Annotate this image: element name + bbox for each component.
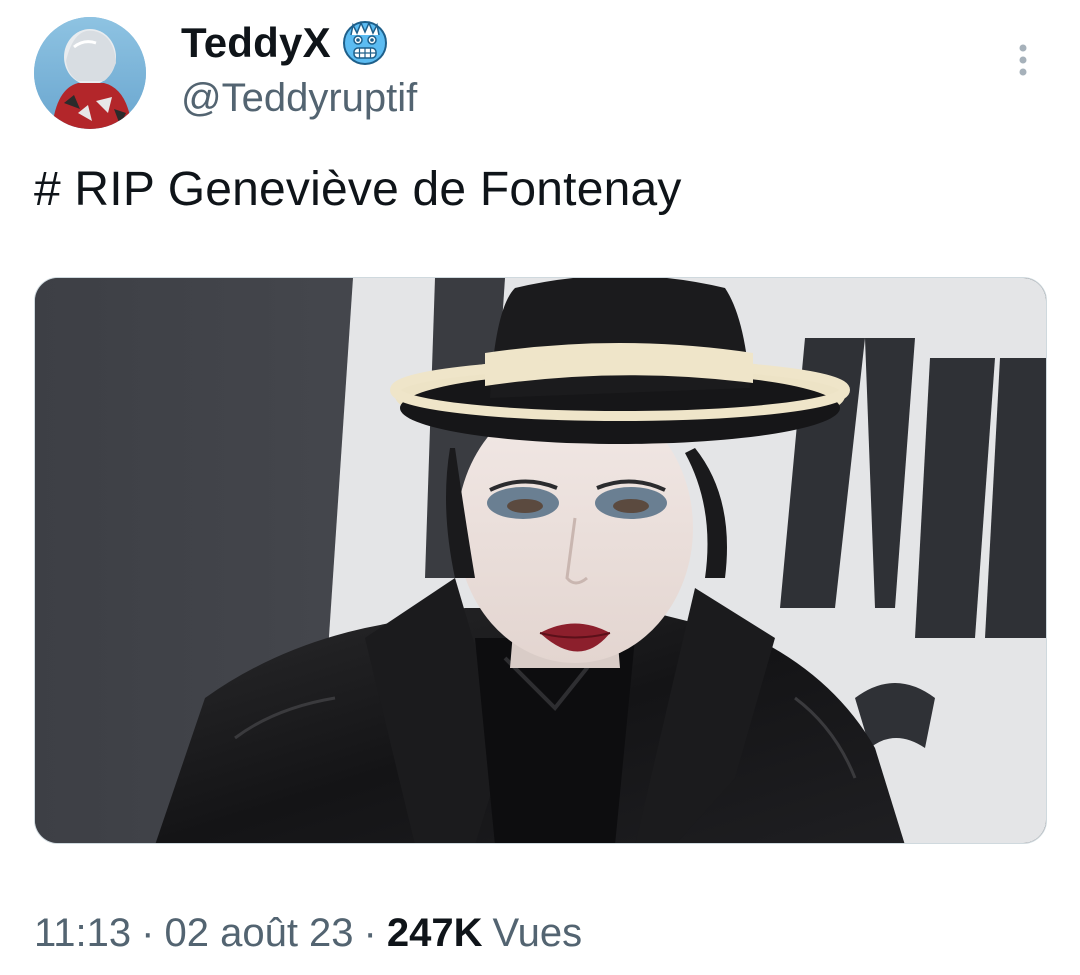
tweet-time[interactable]: 11:13 (34, 911, 131, 956)
more-options-button[interactable] (1005, 40, 1041, 84)
handle[interactable]: @Teddyruptif (181, 76, 417, 121)
meta-separator: · (363, 910, 377, 955)
tweet-text: # RIP Geneviève de Fontenay (34, 163, 682, 216)
avatar-image (34, 17, 146, 129)
meta-separator: · (141, 910, 155, 955)
views-label: Vues (492, 910, 583, 955)
tweet-card[interactable]: TeddyX @Teddyruptif # RIP Geneviève de F… (0, 0, 1080, 975)
photo-image (35, 278, 1046, 843)
views-count[interactable]: 247K (387, 911, 483, 956)
avatar[interactable] (34, 17, 146, 129)
cold-face-icon (341, 19, 389, 67)
tweet-media-photo[interactable] (34, 277, 1047, 844)
display-name-row: TeddyX (181, 18, 389, 68)
tweet-date[interactable]: 02 août 23 (164, 911, 353, 956)
tweet-meta: 11:13 · 02 août 23 · 247K Vues (34, 905, 582, 961)
more-vertical-icon (1019, 44, 1027, 76)
display-name[interactable]: TeddyX (181, 19, 331, 67)
